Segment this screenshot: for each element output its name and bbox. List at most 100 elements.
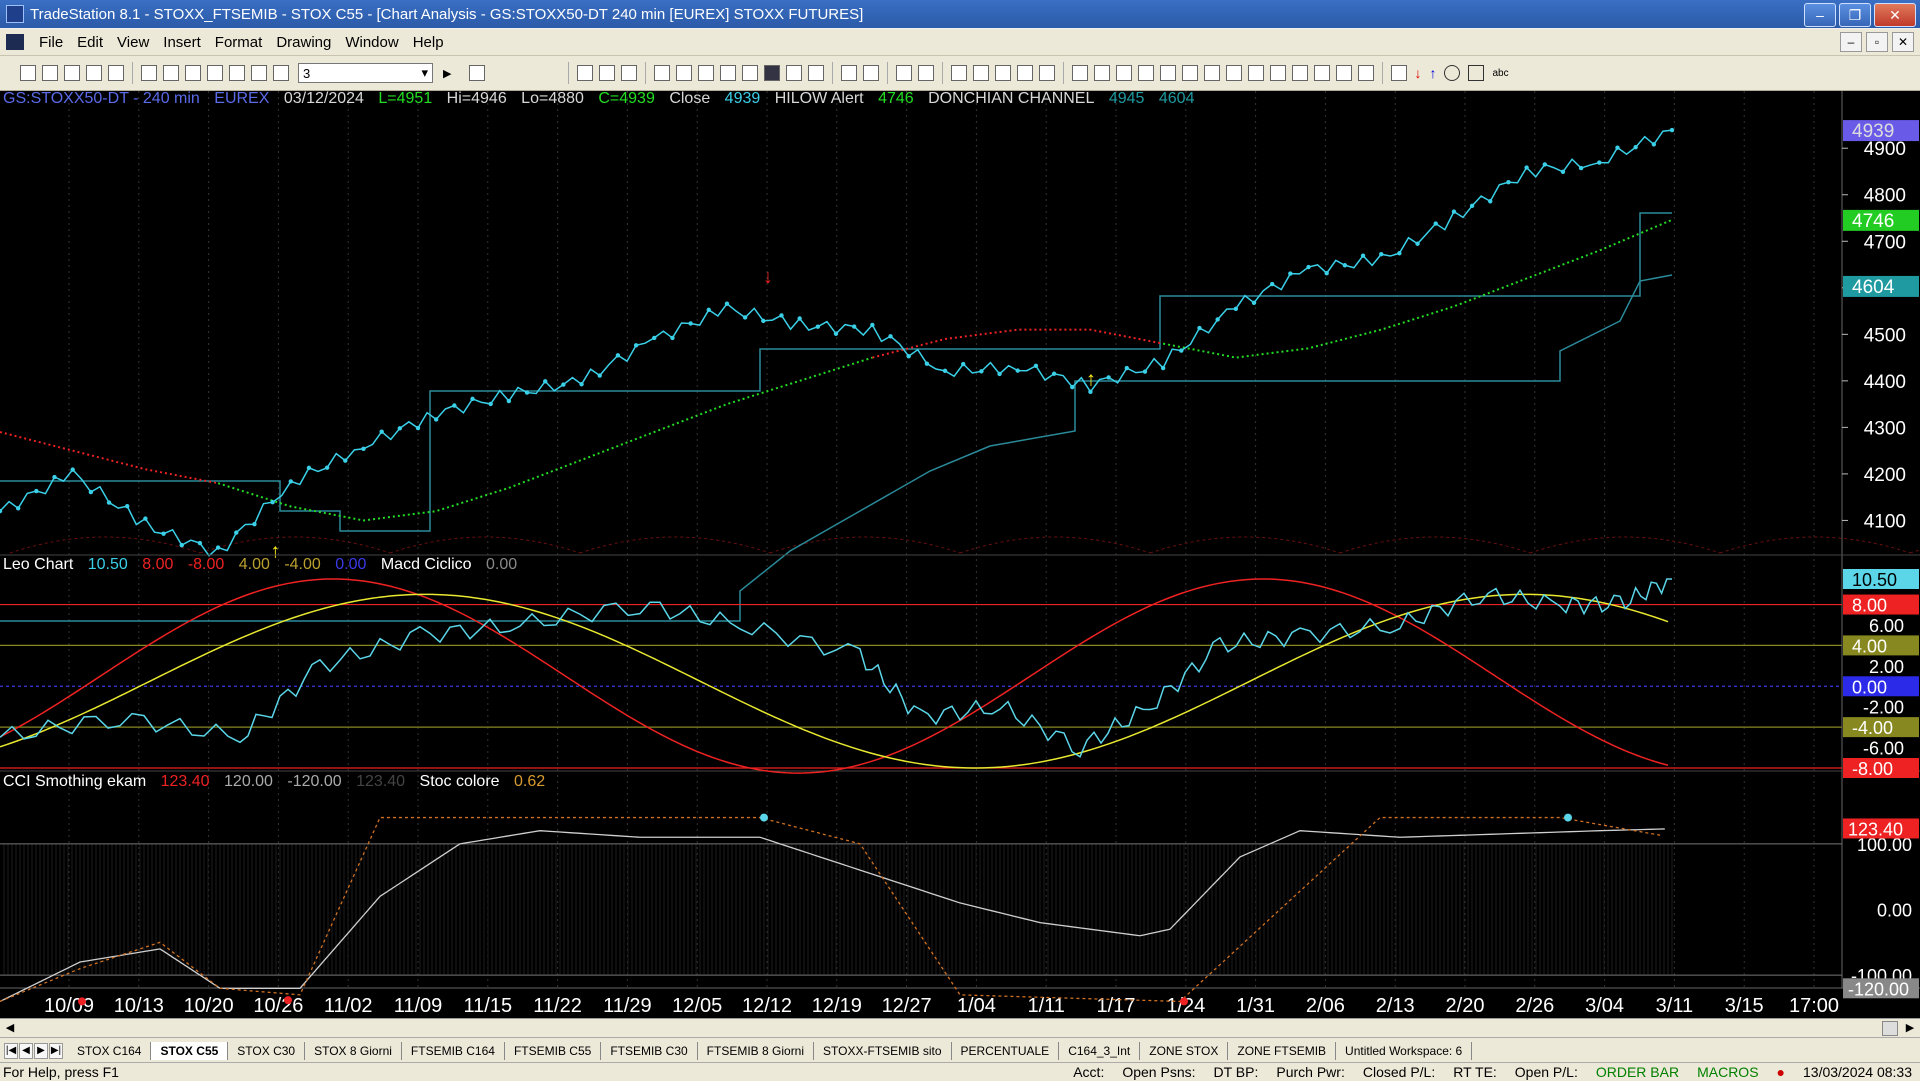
- tab-ftsemib-c164[interactable]: FTSEMIB C164: [402, 1041, 505, 1060]
- freehand-icon[interactable]: [1358, 65, 1375, 81]
- tab-prev-icon[interactable]: ◀: [19, 1042, 33, 1059]
- lock-icon[interactable]: [229, 65, 245, 81]
- insert-analysis-icon[interactable]: [654, 65, 671, 81]
- close-button[interactable]: ✕: [1874, 3, 1916, 27]
- print-icon[interactable]: [141, 65, 157, 81]
- find-icon[interactable]: [469, 65, 486, 81]
- document-icon[interactable]: [6, 34, 24, 50]
- regression-icon[interactable]: [1314, 65, 1331, 81]
- insert-indicator-icon[interactable]: [698, 65, 715, 81]
- tab-untitled-workspace[interactable]: Untitled Workspace: 6: [1336, 1041, 1473, 1060]
- symbol-link-select[interactable]: 3 ▾: [298, 63, 433, 83]
- curve-icon[interactable]: [1391, 65, 1408, 81]
- candle-chart-icon[interactable]: [786, 65, 803, 81]
- horizontal-scrollbar[interactable]: ◀ ▶: [0, 1018, 1920, 1037]
- scroll-right-arrow-icon[interactable]: ▶: [1902, 1020, 1918, 1035]
- tab-ftsemib-8-giorni[interactable]: FTSEMIB 8 Giorni: [698, 1041, 815, 1060]
- zoom-out-icon[interactable]: [918, 65, 935, 81]
- scrollbar-thumb[interactable]: [1882, 1021, 1898, 1036]
- menu-format[interactable]: Format: [208, 34, 270, 51]
- text-icon[interactable]: abc: [1492, 68, 1508, 79]
- tab-zone-stox[interactable]: ZONE STOX: [1140, 1041, 1229, 1060]
- tab-ftsemib-c55[interactable]: FTSEMIB C55: [505, 1041, 602, 1060]
- child-restore-button[interactable]: ▫: [1866, 32, 1888, 52]
- arrow-down-icon[interactable]: ↓: [1414, 65, 1421, 81]
- open-icon[interactable]: [42, 65, 58, 81]
- chart-style-icon[interactable]: [742, 65, 759, 81]
- arrow-up-icon[interactable]: ↑: [1429, 65, 1436, 81]
- scroll-left-icon[interactable]: [841, 65, 858, 81]
- new-icon[interactable]: [20, 65, 36, 81]
- tab-percentuale[interactable]: PERCENTUALE: [952, 1041, 1060, 1060]
- tab-stoxx-ftsemib-sito[interactable]: STOXX-FTSEMIB sito: [814, 1041, 952, 1060]
- menu-window[interactable]: Window: [338, 34, 405, 51]
- rectangle-icon[interactable]: [1468, 65, 1485, 81]
- minimize-button[interactable]: –: [1804, 3, 1836, 27]
- format-bar-icon[interactable]: [577, 65, 594, 81]
- close-price-point: [761, 318, 766, 324]
- status-order-bar[interactable]: ORDER BAR: [1596, 1064, 1679, 1080]
- horizontal-line-icon[interactable]: [1116, 65, 1133, 81]
- vertical-line-icon[interactable]: [1094, 65, 1111, 81]
- zoom-in-icon[interactable]: [896, 65, 913, 81]
- fibonacci-icon[interactable]: [1160, 65, 1177, 81]
- close-price-point: [1397, 251, 1402, 256]
- channel-icon[interactable]: [1138, 65, 1155, 81]
- tab-last-icon[interactable]: ▶|: [49, 1042, 63, 1059]
- tab-stox-8-giorni[interactable]: STOX 8 Giorni: [305, 1041, 402, 1060]
- menu-help[interactable]: Help: [406, 34, 451, 51]
- alert-icon[interactable]: [1017, 65, 1034, 81]
- format-window-icon[interactable]: [599, 65, 616, 81]
- refresh-icon[interactable]: [720, 65, 737, 81]
- pitchfork-icon[interactable]: [1204, 65, 1221, 81]
- chart-tool-icon[interactable]: [251, 65, 267, 81]
- scroll-left-arrow-icon[interactable]: ◀: [2, 1020, 18, 1035]
- tab-stox-c164[interactable]: STOX C164: [68, 1041, 152, 1060]
- tab-first-icon[interactable]: |◀: [4, 1042, 18, 1059]
- scroll-right-icon[interactable]: [863, 65, 880, 81]
- gann-fan-icon[interactable]: [1182, 65, 1199, 81]
- maximize-button[interactable]: ❐: [1839, 3, 1871, 27]
- print-preview-icon[interactable]: [163, 65, 179, 81]
- cycle-lines-icon[interactable]: [1226, 65, 1243, 81]
- play-icon[interactable]: ▶: [443, 67, 451, 80]
- arc-icon[interactable]: [1336, 65, 1353, 81]
- speed-lines-icon[interactable]: [1248, 65, 1265, 81]
- open-workspace-icon[interactable]: [108, 65, 124, 81]
- ellipse-icon[interactable]: [1444, 65, 1461, 81]
- tab-next-icon[interactable]: ▶: [34, 1042, 48, 1059]
- data-window-icon[interactable]: [621, 65, 638, 81]
- pointer-icon[interactable]: [951, 65, 968, 81]
- menu-drawing[interactable]: Drawing: [269, 34, 338, 51]
- measure-icon[interactable]: [1270, 65, 1287, 81]
- window-titlebar: TradeStation 8.1 - STOXX_FTSEMIB - STOX …: [0, 0, 1920, 28]
- tab-stox-c55[interactable]: STOX C55: [151, 1041, 229, 1060]
- tab-zone-ftsemib[interactable]: ZONE FTSEMIB: [1228, 1041, 1337, 1060]
- trendline-icon[interactable]: [1072, 65, 1089, 81]
- save-icon[interactable]: [64, 65, 80, 81]
- tab-stox-c30[interactable]: STOX C30: [228, 1041, 306, 1060]
- tools-icon[interactable]: [995, 65, 1012, 81]
- menu-file[interactable]: File: [32, 34, 70, 51]
- menu-edit[interactable]: Edit: [70, 34, 110, 51]
- hide-icon[interactable]: [1039, 65, 1056, 81]
- globe-icon[interactable]: [273, 65, 289, 81]
- line-chart-icon[interactable]: [808, 65, 825, 81]
- parallel-lines-icon[interactable]: [1292, 65, 1309, 81]
- status-macros[interactable]: MACROS: [1697, 1064, 1758, 1080]
- menu-insert[interactable]: Insert: [156, 34, 208, 51]
- crosshair-icon[interactable]: [973, 65, 990, 81]
- new-workspace-icon[interactable]: [86, 65, 102, 81]
- child-close-button[interactable]: ✕: [1892, 32, 1914, 52]
- bar-chart-icon[interactable]: [764, 65, 781, 81]
- tab-ftsemib-c30[interactable]: FTSEMIB C30: [601, 1041, 698, 1060]
- child-minimize-button[interactable]: –: [1840, 32, 1862, 52]
- window-icon[interactable]: [185, 65, 201, 81]
- donchian-low-number: 4604: [1158, 91, 1195, 107]
- chart-area[interactable]: 10/09 10/13 10/20 10/26 11/02 11/09 11/15 11/22…: [0, 91, 1920, 1018]
- menu-view[interactable]: View: [110, 34, 156, 51]
- chart-canvas[interactable]: 10/09 10/13 10/20 10/26 11/02 11/09 11/15 11/22…: [0, 91, 1920, 1018]
- tab-c164-3-int[interactable]: C164_3_Int: [1059, 1041, 1141, 1060]
- insert-strategy-icon[interactable]: [676, 65, 693, 81]
- window-link-icon[interactable]: [207, 65, 223, 81]
